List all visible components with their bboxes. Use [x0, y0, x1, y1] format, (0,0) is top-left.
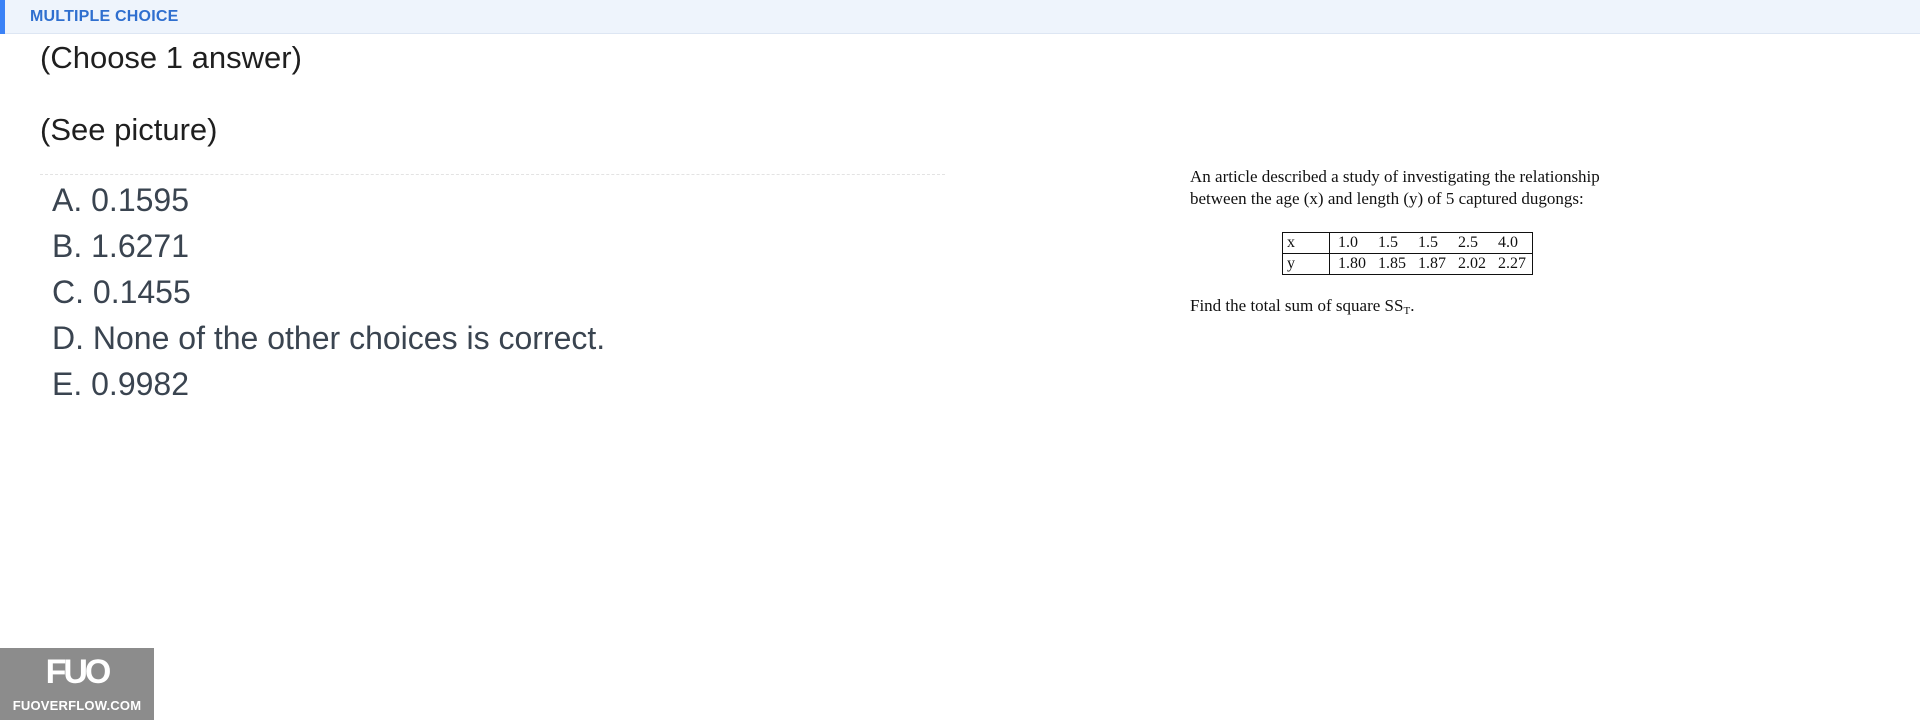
question-picture: An article described a study of investig…	[1190, 166, 1710, 326]
question-description: An article described a study of investig…	[1190, 166, 1690, 210]
answer-option-c[interactable]: C. 0.1455	[52, 272, 605, 318]
question-line-1: An article described a study of investig…	[1190, 167, 1600, 186]
table-cell-var-x: x	[1282, 232, 1330, 254]
question-prompt: Find the total sum of square SST.	[1190, 296, 1414, 317]
table-row-x: x 1.0 1.5 1.5 2.5 4.0	[1282, 232, 1533, 254]
table-cell: 1.5	[1412, 232, 1452, 254]
divider	[40, 174, 945, 175]
table-cell: 2.27	[1492, 253, 1533, 275]
table-cell: 1.85	[1372, 253, 1412, 275]
header-accent-bar	[0, 0, 5, 34]
answer-options-list: A. 0.1595 B. 1.6271 C. 0.1455 D. None of…	[52, 180, 605, 410]
question-type-header: MULTIPLE CHOICE	[0, 0, 1920, 34]
question-prompt-period: .	[1410, 296, 1415, 315]
watermark-logo: FUO	[45, 653, 112, 691]
watermark-site-name: FUOVERFLOW.COM	[12, 698, 142, 713]
table-cell: 1.0	[1329, 232, 1372, 254]
table-cell: 4.0	[1492, 232, 1533, 254]
answer-option-e[interactable]: E. 0.9982	[52, 364, 605, 410]
table-cell: 1.87	[1412, 253, 1452, 275]
table-cell: 1.5	[1372, 232, 1412, 254]
answer-option-d[interactable]: D. None of the other choices is correct.	[52, 318, 605, 364]
table-row-y: y 1.80 1.85 1.87 2.02 2.27	[1282, 253, 1533, 275]
table-cell: 1.80	[1329, 253, 1372, 275]
dugong-data-table: x 1.0 1.5 1.5 2.5 4.0 y 1.80 1.85 1.87 2…	[1282, 232, 1533, 275]
question-prompt-text: Find the total sum of square SS	[1190, 296, 1404, 315]
table-cell: 2.02	[1452, 253, 1492, 275]
answer-option-a[interactable]: A. 0.1595	[52, 180, 605, 226]
table-cell: 2.5	[1452, 232, 1492, 254]
question-type-label: MULTIPLE CHOICE	[30, 8, 179, 25]
table-cell-var-y: y	[1282, 253, 1330, 275]
see-picture-instruction: (See picture)	[40, 112, 218, 147]
answer-option-b[interactable]: B. 1.6271	[52, 226, 605, 272]
site-watermark: FUO FUOVERFLOW.COM	[0, 648, 154, 720]
question-line-2: between the age (x) and length (y) of 5 …	[1190, 189, 1584, 208]
choose-instruction: (Choose 1 answer)	[40, 40, 302, 75]
